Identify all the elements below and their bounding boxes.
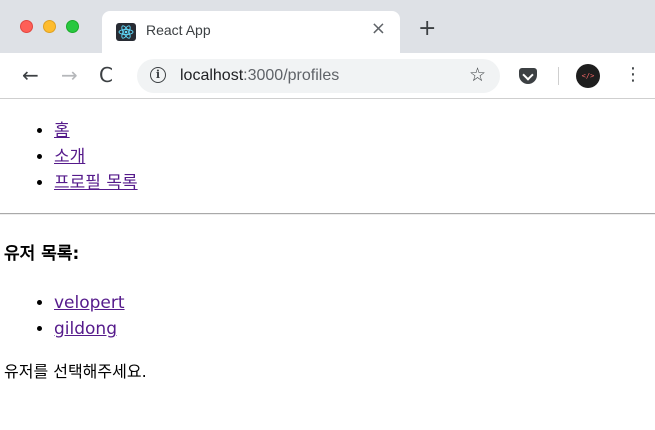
nav-link-home[interactable]: 홈 xyxy=(54,121,70,141)
bookmark-star-icon[interactable]: ☆ xyxy=(469,64,486,86)
reload-icon[interactable]: C xyxy=(99,63,113,87)
info-icon[interactable]: i xyxy=(150,67,166,83)
user-list: velopert gildong xyxy=(0,290,125,342)
address-bar[interactable]: i localhost:3000/profiles ☆ xyxy=(137,59,500,93)
back-arrow-icon[interactable]: ← xyxy=(22,63,39,87)
nav-item-home: 홈 xyxy=(54,118,138,144)
user-list-item: velopert xyxy=(54,290,125,316)
nav-item-about: 소개 xyxy=(54,144,138,170)
nav-link-about[interactable]: 소개 xyxy=(54,147,85,167)
tab-close-icon[interactable]: × xyxy=(371,19,386,39)
menu-kebab-icon[interactable]: ⋮ xyxy=(624,63,642,87)
nav-item-profiles: 프로필 목록 xyxy=(54,170,138,196)
divider xyxy=(0,213,655,215)
user-list-heading: 유저 목록: xyxy=(4,244,80,264)
extension-icon[interactable]: </> xyxy=(576,64,600,88)
forward-arrow-icon[interactable]: → xyxy=(61,63,78,87)
nav-link-profiles[interactable]: 프로필 목록 xyxy=(54,173,138,193)
tab-title: React App xyxy=(146,22,211,38)
select-user-hint: 유저를 선택해주세요. xyxy=(4,362,147,381)
maximize-window-button[interactable] xyxy=(66,20,79,33)
user-link-gildong[interactable]: gildong xyxy=(54,319,117,339)
browser-tabbar: React App × + xyxy=(0,0,655,53)
user-list-item: gildong xyxy=(54,316,125,342)
browser-tab-active[interactable]: React App × xyxy=(102,11,400,53)
new-tab-button[interactable]: + xyxy=(418,18,436,40)
react-logo-icon xyxy=(116,23,136,41)
close-window-button[interactable] xyxy=(20,20,33,33)
pocket-icon[interactable] xyxy=(519,68,537,84)
minimize-window-button[interactable] xyxy=(43,20,56,33)
main-nav: 홈 소개 프로필 목록 xyxy=(0,118,138,196)
url-text[interactable]: localhost:3000/profiles xyxy=(180,67,339,85)
url-path: :3000/profiles xyxy=(243,67,340,84)
browser-toolbar: ← → C i localhost:3000/profiles ☆ </> ⋮ xyxy=(0,53,655,99)
toolbar-divider xyxy=(558,67,559,85)
url-host: localhost xyxy=(180,67,244,84)
user-link-velopert[interactable]: velopert xyxy=(54,293,125,313)
